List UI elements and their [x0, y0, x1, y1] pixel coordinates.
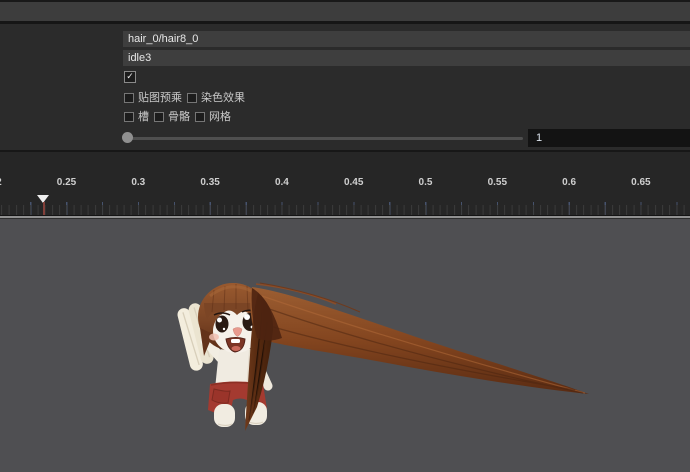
scale-slider-handle[interactable]: [122, 132, 133, 143]
ruler-label: 0.55: [487, 177, 508, 188]
option-texture-premultiply: 贴图预乘: [124, 92, 182, 104]
option-mesh: 网格: [195, 111, 231, 123]
playhead-line: [42, 202, 45, 216]
ruler-label: 0.4: [274, 177, 289, 188]
ruler-label: 0.65: [631, 177, 651, 188]
animation-input[interactable]: [123, 50, 690, 66]
ruler-label: 0.2: [0, 177, 2, 188]
scale-value-input[interactable]: [528, 129, 690, 147]
ruler-label: 0.6: [562, 177, 577, 188]
ruler-label: 0.35: [200, 177, 220, 188]
ruler-label: 0.25: [56, 177, 77, 188]
skin-input[interactable]: [123, 31, 690, 47]
character-legs: [214, 402, 267, 427]
model-viewport[interactable]: [0, 219, 690, 472]
timeline-ruler[interactable]: 0.2 0.25 0.3 0.35 0.4 0.45 0.5 0.55 0.6 0.65: [0, 152, 690, 216]
control-panel: ✓ 贴图预乘 染色效果 槽 骨骼 网格: [0, 24, 690, 150]
bones-checkbox[interactable]: [154, 112, 164, 122]
ruler-label: 0.5: [418, 177, 433, 188]
bones-label: 骨骼: [168, 111, 190, 123]
ruler-label: 0.3: [131, 177, 146, 188]
character-model: [177, 282, 589, 431]
toolbar-strip: [0, 2, 690, 21]
render-options-row: 贴图预乘 染色效果: [124, 92, 245, 104]
mesh-checkbox[interactable]: [195, 112, 205, 122]
glitched-hair-spike: [250, 282, 589, 394]
slots-label: 槽: [138, 111, 149, 123]
scale-slider-track[interactable]: [127, 137, 523, 140]
mesh-label: 网格: [209, 111, 231, 123]
texture-premultiply-checkbox[interactable]: [124, 93, 134, 103]
debug-options-row: 槽 骨骼 网格: [124, 111, 231, 123]
tint-effect-checkbox[interactable]: [187, 93, 197, 103]
texture-premultiply-label: 贴图预乘: [138, 92, 182, 104]
animation-tool-window: ✓ 贴图预乘 染色效果 槽 骨骼 网格: [0, 0, 690, 472]
option-bones: 骨骼: [154, 111, 190, 123]
ruler-label: 0.45: [343, 177, 364, 188]
tint-effect-label: 染色效果: [201, 92, 245, 104]
enabled-checkbox[interactable]: ✓: [124, 71, 136, 83]
option-slots: 槽: [124, 111, 149, 123]
option-tint-effect: 染色效果: [187, 92, 245, 104]
slots-checkbox[interactable]: [124, 112, 134, 122]
